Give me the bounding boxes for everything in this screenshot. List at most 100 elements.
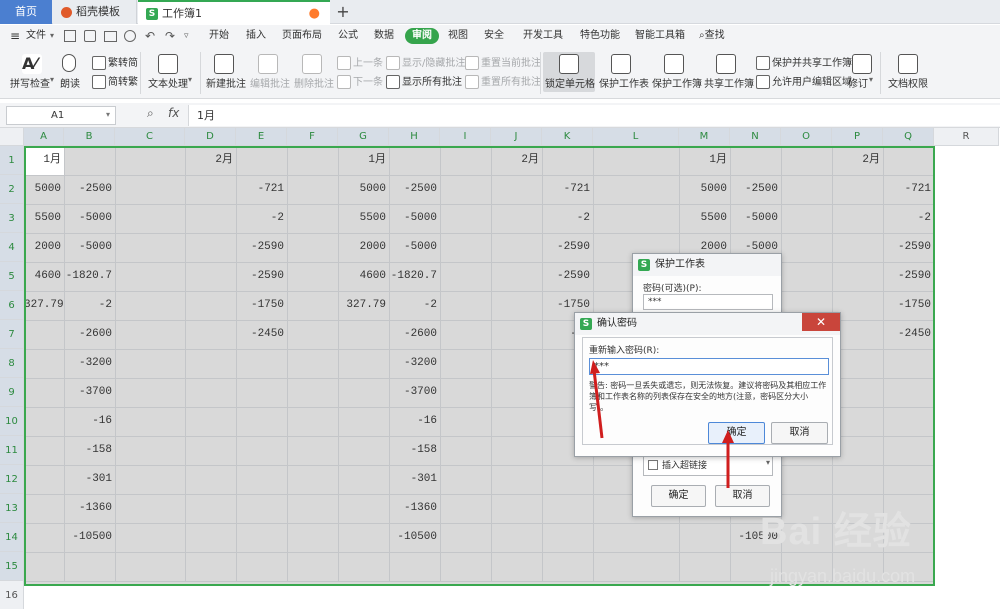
share-workbook-button[interactable]: 共享工作簿	[704, 75, 754, 90]
cell-q2[interactable]: -721	[883, 175, 934, 204]
cell-g6[interactable]: 327.79	[338, 291, 389, 320]
trad-to-simp-button[interactable]: 繁转简	[92, 54, 138, 70]
cell-h11[interactable]: -158	[389, 436, 440, 465]
cell-h5[interactable]: -1820.7	[389, 262, 440, 291]
column-header[interactable]: L	[593, 128, 679, 146]
cell-p1[interactable]: 2月	[832, 146, 883, 175]
simp-to-trad-button[interactable]: 简转繁	[92, 73, 138, 89]
cell-g5[interactable]: 4600	[338, 262, 389, 291]
menu-file[interactable]: 文件	[26, 28, 46, 44]
cell-h14[interactable]: -10500	[389, 523, 440, 552]
cell-e7[interactable]: -2450	[236, 320, 287, 349]
row-header[interactable]: 16	[0, 581, 24, 609]
column-header[interactable]: P	[832, 128, 883, 146]
row-header[interactable]: 10	[0, 407, 24, 436]
show-all-comments-button[interactable]: 显示所有批注	[386, 73, 462, 89]
cell-e6[interactable]: -1750	[236, 291, 287, 320]
read-aloud-button[interactable]: 朗读	[60, 75, 80, 90]
column-header[interactable]: E	[236, 128, 287, 146]
cell-q7[interactable]: -2450	[883, 320, 934, 349]
row-header[interactable]: 14	[0, 523, 24, 552]
row-header[interactable]: 9	[0, 378, 24, 407]
cell-h13[interactable]: -1360	[389, 494, 440, 523]
cell-m2[interactable]: 5000	[679, 175, 730, 204]
column-header[interactable]: F	[287, 128, 338, 146]
cell-a6[interactable]: 327.79	[24, 291, 64, 320]
column-header[interactable]: R	[934, 128, 999, 146]
cell-g2[interactable]: 5000	[338, 175, 389, 204]
column-header[interactable]: Q	[883, 128, 934, 146]
protect-options-list[interactable]: 插入超链接 ▾	[643, 454, 773, 476]
allow-edit-ranges-button[interactable]: 允许用户编辑区域	[756, 73, 852, 89]
cell-e2[interactable]: -721	[236, 175, 287, 204]
menu-formulas[interactable]: 公式	[338, 28, 358, 44]
export-icon[interactable]	[84, 30, 96, 42]
cell-h6[interactable]: -2	[389, 291, 440, 320]
cell-g3[interactable]: 5500	[338, 204, 389, 233]
row-header[interactable]: 7	[0, 320, 24, 349]
cell-q6[interactable]: -1750	[883, 291, 934, 320]
cell-h10[interactable]: -16	[389, 407, 440, 436]
cell-b9[interactable]: -3700	[64, 378, 115, 407]
column-header[interactable]: A	[24, 128, 64, 146]
cell-q3[interactable]: -2	[883, 204, 934, 233]
cell-a2[interactable]: 5000	[24, 175, 64, 204]
cell-m3[interactable]: 5500	[679, 204, 730, 233]
menu-security[interactable]: 安全	[484, 28, 504, 44]
cell-m1[interactable]: 1月	[679, 146, 730, 175]
row-header[interactable]: 2	[0, 175, 24, 204]
cell-h4[interactable]: -5000	[389, 233, 440, 262]
menu-start[interactable]: 开始	[209, 28, 229, 44]
print-icon[interactable]	[104, 31, 117, 42]
tab-workbook[interactable]: S 工作簿1 ●	[138, 0, 330, 24]
column-header[interactable]: I	[440, 128, 491, 146]
row-header[interactable]: 4	[0, 233, 24, 262]
show-hide-comment-button[interactable]: 显示/隐藏批注	[386, 54, 465, 70]
cell-a1[interactable]: 1月	[24, 146, 64, 175]
reenter-password-field[interactable]: ***	[589, 358, 829, 375]
cell-h12[interactable]: -301	[389, 465, 440, 494]
delete-comment-button[interactable]: 删除批注	[294, 75, 334, 90]
search-menu[interactable]: ⌕查找	[699, 28, 725, 44]
column-header[interactable]: J	[491, 128, 542, 146]
row-header[interactable]: 1	[0, 146, 24, 175]
tab-home[interactable]: 首页	[0, 0, 52, 24]
cell-h8[interactable]: -3200	[389, 349, 440, 378]
menu-page-layout[interactable]: 页面布局	[282, 28, 322, 44]
cell-k5[interactable]: -2590	[542, 262, 593, 291]
menu-data[interactable]: 数据	[374, 28, 394, 44]
cell-b14[interactable]: -10500	[64, 523, 115, 552]
column-header[interactable]: D	[185, 128, 236, 146]
cell-b10[interactable]: -16	[64, 407, 115, 436]
save-icon[interactable]	[64, 30, 76, 42]
cell-b3[interactable]: -5000	[64, 204, 115, 233]
cell-g4[interactable]: 2000	[338, 233, 389, 262]
row-header[interactable]: 13	[0, 494, 24, 523]
cell-d1[interactable]: 2月	[185, 146, 236, 175]
name-box-dropdown-icon[interactable]: ▾	[106, 110, 110, 119]
cell-b5[interactable]: -1820.7	[64, 262, 115, 291]
file-dropdown-icon[interactable]: ▾	[50, 28, 54, 44]
menu-developer[interactable]: 开发工具	[523, 28, 563, 44]
menu-insert[interactable]: 插入	[246, 28, 266, 44]
cell-q4[interactable]: -2590	[883, 233, 934, 262]
cell-h9[interactable]: -3700	[389, 378, 440, 407]
new-tab-button[interactable]: +	[334, 0, 352, 24]
zoom-icon[interactable]: ⌕	[147, 106, 154, 121]
cell-h2[interactable]: -2500	[389, 175, 440, 204]
cell-g1[interactable]: 1月	[338, 146, 389, 175]
menu-smart-toolbox[interactable]: 智能工具箱	[635, 28, 685, 44]
menu-features[interactable]: 特色功能	[580, 28, 620, 44]
cell-b13[interactable]: -1360	[64, 494, 115, 523]
protect-password-field[interactable]: ***	[643, 294, 773, 310]
cell-e3[interactable]: -2	[236, 204, 287, 233]
cell-n3[interactable]: -5000	[730, 204, 781, 233]
select-all-corner[interactable]	[0, 128, 24, 146]
row-header[interactable]: 6	[0, 291, 24, 320]
menu-review[interactable]: 审阅	[405, 28, 439, 44]
row-header[interactable]: 11	[0, 436, 24, 465]
quick-access-dropdown-icon[interactable]: ▿	[184, 28, 189, 44]
prev-comment-button[interactable]: 上一条	[337, 54, 383, 70]
reset-all-comments-button[interactable]: 重置所有批注	[465, 73, 541, 89]
menu-view[interactable]: 视图	[448, 28, 468, 44]
